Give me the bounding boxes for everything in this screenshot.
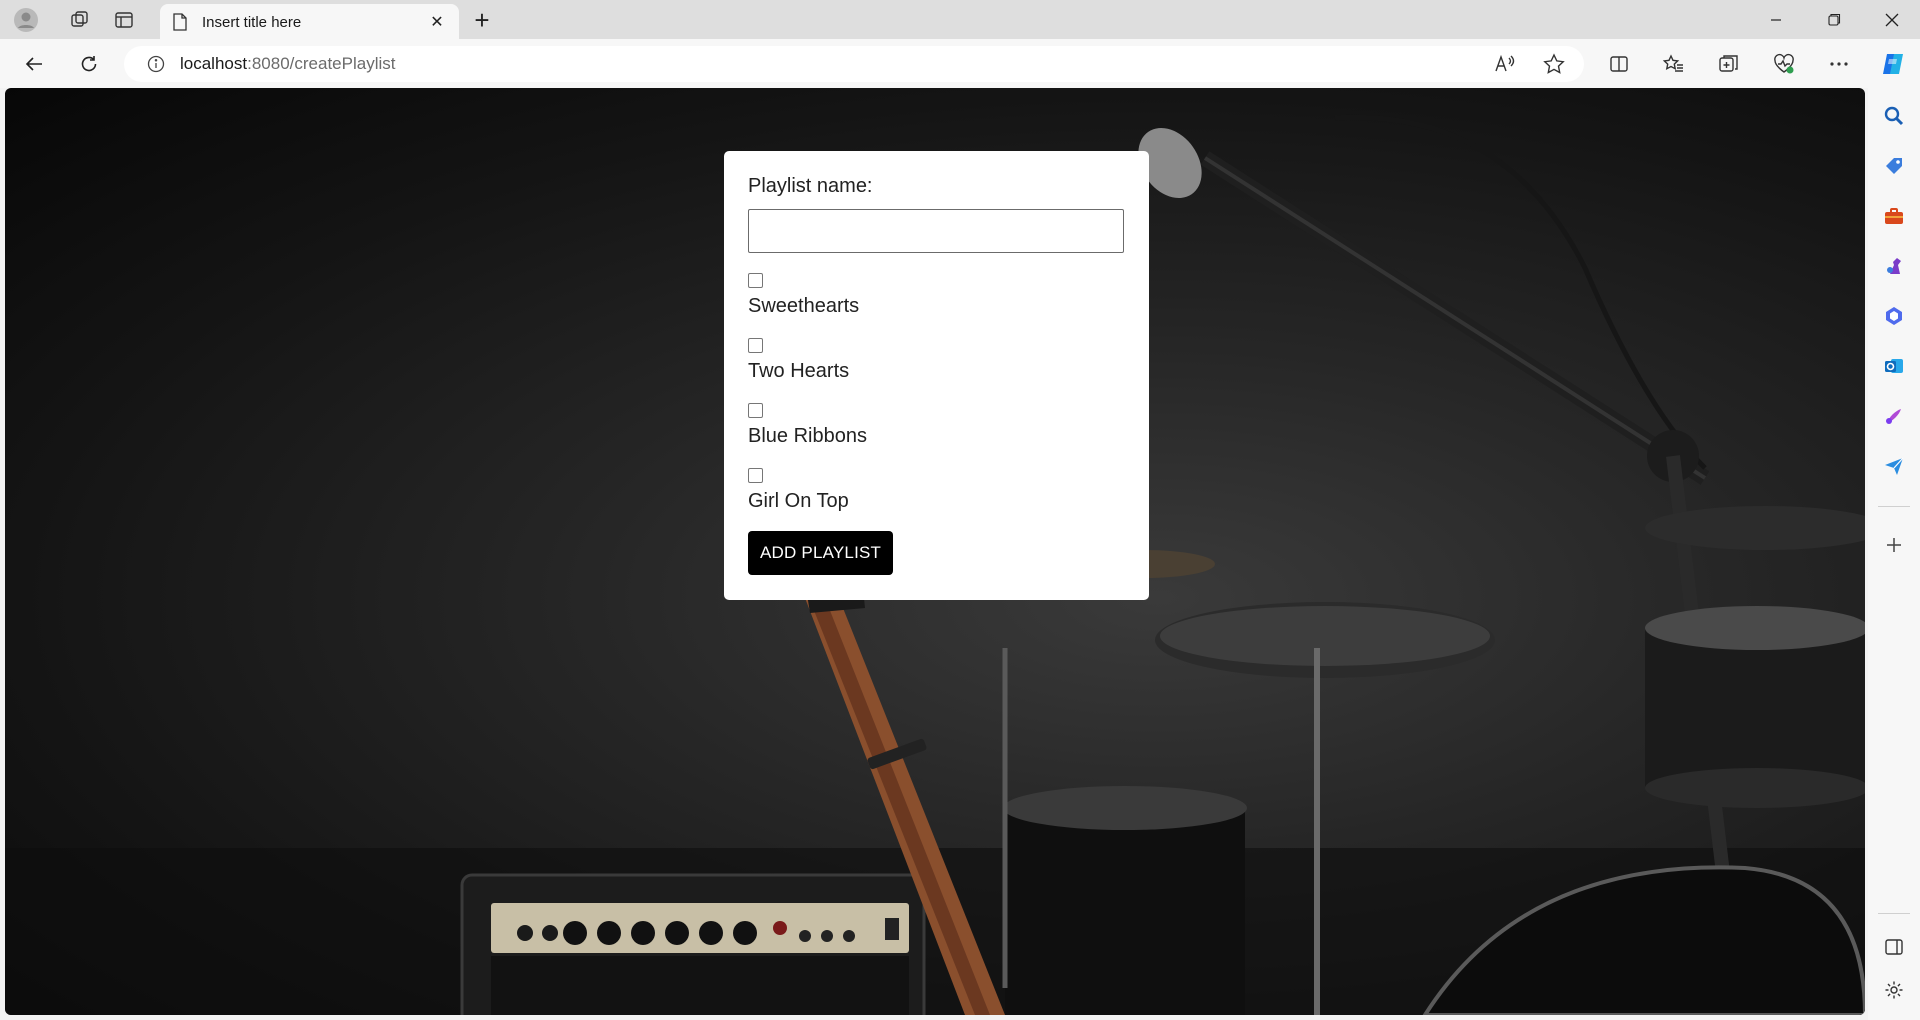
profile-icon [14, 7, 38, 32]
workspaces-button[interactable] [62, 5, 98, 35]
song-checkbox-sweethearts[interactable] [748, 273, 763, 288]
send-icon[interactable] [1882, 454, 1906, 478]
restore-icon [1827, 13, 1840, 26]
favorites-icon [1663, 54, 1683, 72]
settings-icon[interactable] [1882, 978, 1906, 1002]
song-option: Blue Ribbons [748, 403, 1125, 448]
more-menu-button[interactable] [1822, 47, 1856, 81]
playlist-name-input[interactable] [748, 209, 1124, 253]
minimize-icon [1771, 18, 1781, 21]
tab-actions-button[interactable] [106, 5, 142, 35]
heart-pulse-icon [1774, 53, 1794, 74]
sidebar-separator [1878, 506, 1910, 507]
more-icon [1830, 62, 1848, 66]
tab-title: Insert title here [202, 13, 302, 31]
site-info-icon[interactable] [146, 54, 166, 74]
back-button[interactable] [17, 47, 51, 81]
browser-essentials-button[interactable] [1767, 47, 1801, 81]
edge-sidebar [1868, 88, 1920, 1020]
song-checkbox-girl-on-top[interactable] [748, 468, 763, 483]
copilot-button[interactable] [1876, 47, 1910, 81]
close-window-button[interactable] [1864, 0, 1920, 39]
song-option: Two Hearts [748, 338, 1125, 383]
favorites-button[interactable] [1657, 47, 1691, 81]
url-path: :8080/createPlaylist [247, 54, 396, 73]
song-option: Girl On Top [748, 468, 1125, 513]
add-playlist-button[interactable]: ADD PLAYLIST [748, 531, 894, 575]
profile-button[interactable] [8, 5, 44, 35]
designer-icon[interactable] [1882, 404, 1906, 428]
new-tab-button[interactable]: + [468, 5, 496, 35]
workspaces-icon [71, 10, 88, 27]
split-screen-icon [1610, 56, 1628, 72]
sidebar-toggle-icon[interactable] [1882, 935, 1906, 959]
favorite-button[interactable] [1537, 47, 1571, 81]
tab-active[interactable]: Insert title here ✕ [160, 4, 459, 40]
url-text: localhost:8080/createPlaylist [180, 54, 395, 74]
copilot-icon [1883, 54, 1903, 74]
song-label-sweethearts: Sweethearts [748, 295, 860, 317]
tag-icon[interactable] [1882, 154, 1906, 178]
chess-icon[interactable] [1882, 254, 1906, 278]
search-icon[interactable] [1882, 104, 1906, 128]
tab-strip: Insert title here ✕ + [0, 0, 1920, 40]
song-label-girl-on-top: Girl On Top [748, 490, 849, 512]
browser-toolbar: localhost:8080/createPlaylist [0, 39, 1920, 88]
add-icon[interactable] [1882, 533, 1906, 557]
restore-button[interactable] [1806, 0, 1862, 39]
amplifier-image [460, 873, 926, 1015]
back-arrow-icon [25, 57, 42, 71]
page-icon [173, 13, 187, 31]
refresh-icon [81, 56, 97, 72]
copilot-app-icon[interactable] [1882, 304, 1906, 328]
tab-actions-icon [115, 11, 133, 28]
create-playlist-form: Playlist name: Sweethearts Two Hearts Bl… [724, 151, 1149, 600]
refresh-button[interactable] [72, 47, 106, 81]
song-checkbox-blue-ribbons[interactable] [748, 403, 763, 418]
outlook-icon[interactable] [1882, 354, 1906, 378]
split-screen-button[interactable] [1602, 47, 1636, 81]
address-bar[interactable]: localhost:8080/createPlaylist [124, 46, 1584, 82]
song-option: Sweethearts [748, 273, 1125, 318]
url-host: localhost [180, 54, 248, 73]
read-aloud-button[interactable] [1488, 47, 1522, 81]
playlist-name-label: Playlist name: [748, 175, 873, 197]
song-label-blue-ribbons: Blue Ribbons [748, 425, 867, 447]
sidebar-separator [1878, 913, 1910, 914]
toolbox-icon[interactable] [1882, 204, 1906, 228]
minimize-button[interactable] [1748, 0, 1804, 39]
collections-button[interactable] [1712, 47, 1746, 81]
song-checkbox-two-hearts[interactable] [748, 338, 763, 353]
close-icon [1885, 13, 1899, 26]
collections-icon [1719, 55, 1738, 72]
close-tab-icon[interactable]: ✕ [427, 12, 447, 32]
read-aloud-icon [1495, 54, 1515, 72]
star-icon [1543, 53, 1565, 74]
page-viewport: Playlist name: Sweethearts Two Hearts Bl… [5, 88, 1865, 1015]
song-label-two-hearts: Two Hearts [748, 360, 850, 382]
